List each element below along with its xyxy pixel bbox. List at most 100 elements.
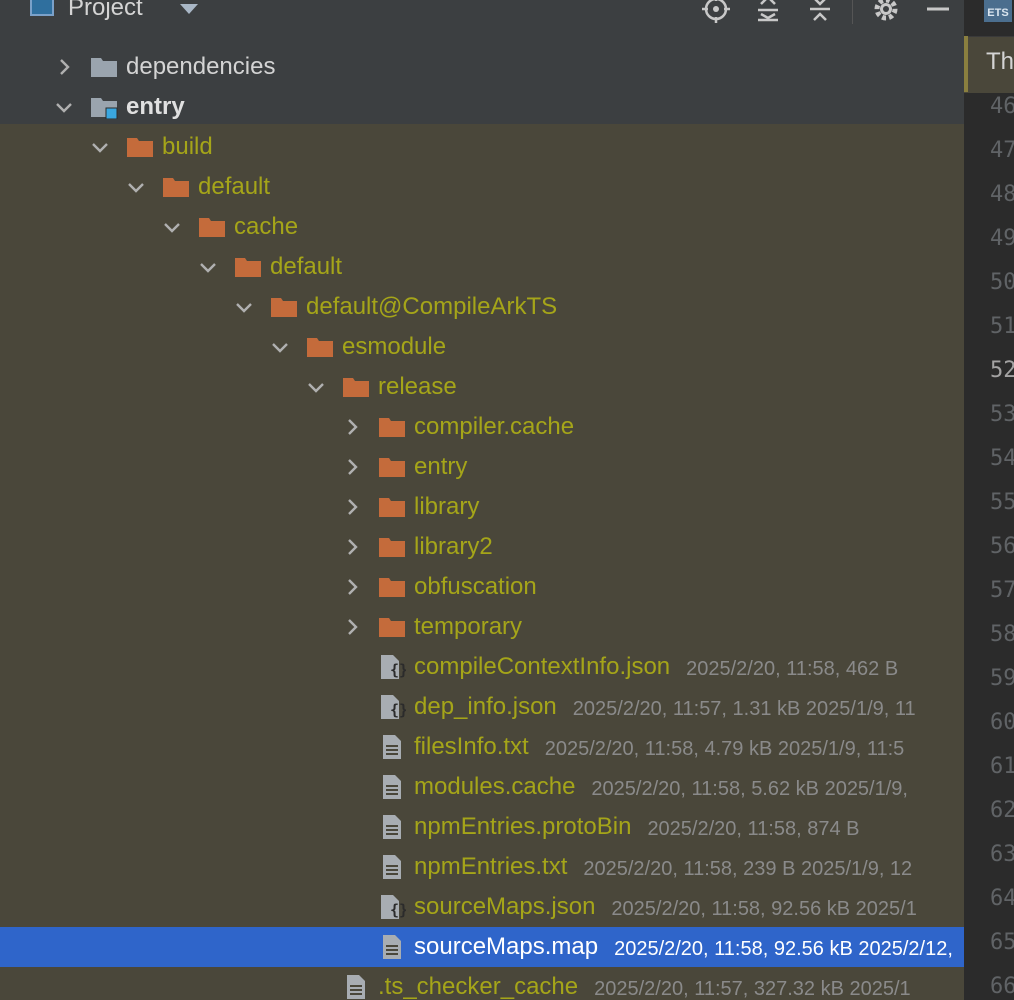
tree-folder-row[interactable]: cache <box>0 207 964 247</box>
line-number: 49 <box>990 226 1014 251</box>
chevron-right-icon[interactable] <box>54 57 74 77</box>
tree-folder-row[interactable]: entry <box>0 87 964 127</box>
tree-item-meta: 2025/2/20, 11:57, 327.32 kB 2025/1 <box>594 978 911 1000</box>
tree-item-label: modules.cache <box>414 773 576 800</box>
tree-item-label: cache <box>234 213 299 240</box>
tree-item-meta: 2025/2/20, 11:58, 92.56 kB 2025/1 <box>611 898 917 920</box>
tree-folder-row[interactable]: default <box>0 247 964 287</box>
tree-folder-row[interactable]: release <box>0 367 964 407</box>
chevron-right-icon[interactable] <box>342 417 362 437</box>
line-number: 60 <box>990 710 1014 735</box>
tree-folder-row[interactable]: entry <box>0 447 964 487</box>
tree-item-label: sourceMaps.json <box>414 893 596 920</box>
tree-file-row[interactable]: .ts_checker_cache 2025/2/20, 11:57, 327.3… <box>0 967 964 1000</box>
chevron-right-icon[interactable] <box>342 457 362 477</box>
folder-icon <box>342 375 370 399</box>
ets-file-icon[interactable]: ETS <box>984 0 1012 22</box>
tree-folder-row[interactable]: build <box>0 127 964 167</box>
line-number: 46 <box>990 94 1014 119</box>
tree-folder-row[interactable]: dependencies <box>0 47 964 87</box>
gear-icon[interactable] <box>871 0 901 24</box>
tree-file-row[interactable]: {} compileContextInfo.json 2025/2/20, 11:5… <box>0 647 964 687</box>
tree-item-label: library2 <box>414 533 493 560</box>
folder-icon <box>90 55 118 79</box>
json-file-icon: {} <box>378 895 408 919</box>
tree-file-row[interactable]: sourceMaps.map 2025/2/20, 11:58, 92.56 kB… <box>0 927 964 967</box>
chevron-right-icon[interactable] <box>342 537 362 557</box>
folder-icon <box>162 175 190 199</box>
tree-item-label: .ts_checker_cache <box>378 973 579 1000</box>
tree-item-meta: 2025/2/20, 11:58, 874 B <box>647 818 860 840</box>
chevron-down-icon[interactable] <box>234 297 254 317</box>
chevron-down-icon[interactable] <box>306 377 326 397</box>
json-file-icon: {} <box>378 695 408 719</box>
chevron-down-icon[interactable] <box>180 4 198 14</box>
line-number: 66 <box>990 974 1014 999</box>
tree-item-label: release <box>378 373 457 400</box>
tree-folder-row[interactable]: library2 <box>0 527 964 567</box>
project-window-icon <box>30 0 54 16</box>
tree-folder-row[interactable]: default <box>0 167 964 207</box>
line-number: 48 <box>990 182 1014 207</box>
tree-folder-row[interactable]: esmodule <box>0 327 964 367</box>
tree-item-label: compileContextInfo.json <box>414 653 671 680</box>
line-number: 63 <box>990 842 1014 867</box>
folder-icon <box>126 135 154 159</box>
expand-all-icon[interactable] <box>753 0 783 24</box>
tree-item-label: build <box>162 133 213 160</box>
chevron-down-icon[interactable] <box>198 257 218 277</box>
line-number: 65 <box>990 930 1014 955</box>
chevron-down-icon[interactable] <box>54 97 74 117</box>
tree-folder-row[interactable]: temporary <box>0 607 964 647</box>
folder-icon <box>378 415 406 439</box>
tree-item-label: npmEntries.txt <box>414 853 568 880</box>
tree-file-row[interactable]: npmEntries.txt 2025/2/20, 11:58, 239 B 20… <box>0 847 964 887</box>
tree-item-label: sourceMaps.map <box>414 933 599 960</box>
tree-item-meta: 2025/2/20, 11:58, 92.56 kB 2025/2/12, <box>614 938 953 960</box>
collapse-all-icon[interactable] <box>805 0 835 24</box>
line-number: 51 <box>990 314 1014 339</box>
line-number: 62 <box>990 798 1014 823</box>
tree-folder-row[interactable]: compiler.cache <box>0 407 964 447</box>
tree-file-row[interactable]: npmEntries.protoBin 2025/2/20, 11:58, 874… <box>0 807 964 847</box>
tree-item-label: library <box>414 493 480 520</box>
tree-item-label: compiler.cache <box>414 413 575 440</box>
line-number: 53 <box>990 402 1014 427</box>
line-number: 61 <box>990 754 1014 779</box>
chevron-right-icon[interactable] <box>342 577 362 597</box>
tree-folder-row[interactable]: default@CompileArkTS <box>0 287 964 327</box>
chevron-down-icon[interactable] <box>126 177 146 197</box>
locate-icon[interactable] <box>701 0 731 24</box>
chevron-down-icon[interactable] <box>162 217 182 237</box>
folder-icon <box>234 255 262 279</box>
editor-gutter: ETS Th 46 47 48 49 50 51 52 53 54 55 56 57 58 59 60 61 6… <box>964 0 1014 1000</box>
tree-item-label: default <box>198 173 271 200</box>
tree-item-label: esmodule <box>342 333 447 360</box>
text-file-icon <box>378 815 406 839</box>
tree-item-label: temporary <box>414 613 523 640</box>
folder-icon <box>378 455 406 479</box>
folder-icon <box>270 295 298 319</box>
text-file-icon <box>342 975 370 999</box>
line-number: 57 <box>990 578 1014 603</box>
project-title[interactable]: Project <box>68 0 143 23</box>
hide-icon[interactable] <box>923 0 953 24</box>
tree-item-label: entry <box>414 453 468 480</box>
tree-file-row[interactable]: modules.cache 2025/2/20, 11:58, 5.62 kB 2… <box>0 767 964 807</box>
tree-item-label: obfuscation <box>414 573 537 600</box>
tree-folder-row[interactable]: library <box>0 487 964 527</box>
chevron-down-icon[interactable] <box>90 137 110 157</box>
text-file-icon <box>378 775 406 799</box>
line-number: 59 <box>990 666 1014 691</box>
tree-item-label: filesInfo.txt <box>414 733 529 760</box>
chevron-right-icon[interactable] <box>342 497 362 517</box>
text-file-icon <box>378 855 406 879</box>
tree-file-row[interactable]: filesInfo.txt 2025/2/20, 11:58, 4.79 kB 2… <box>0 727 964 767</box>
tree-folder-row[interactable]: obfuscation <box>0 567 964 607</box>
tree-file-row[interactable]: {} dep_info.json 2025/2/20, 11:57, 1.31 kB… <box>0 687 964 727</box>
chevron-right-icon[interactable] <box>342 617 362 637</box>
tree-file-row[interactable]: {} sourceMaps.json 2025/2/20, 11:58, 92.56… <box>0 887 964 927</box>
line-number: 54 <box>990 446 1014 471</box>
chevron-down-icon[interactable] <box>270 337 290 357</box>
module-folder-icon <box>90 95 118 120</box>
